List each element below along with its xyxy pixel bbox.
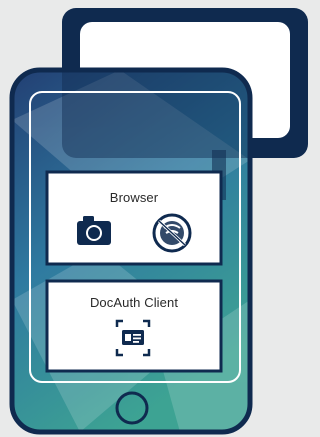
no-signal-icon	[152, 213, 192, 253]
browser-panel-title: Browser	[109, 190, 159, 205]
docauth-panel-title: DocAuth Client	[89, 295, 179, 310]
device-illustration	[9, 8, 308, 435]
browser-panel	[45, 170, 223, 266]
